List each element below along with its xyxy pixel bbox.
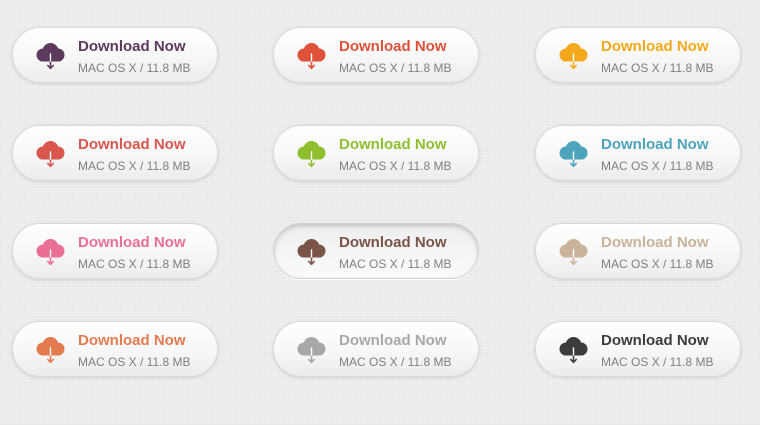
download-button-title: Download Now bbox=[78, 136, 186, 153]
download-button-coral[interactable]: Download Now MAC OS X / 11.8 MB bbox=[12, 125, 218, 181]
download-button-beige[interactable]: Download Now MAC OS X / 11.8 MB bbox=[535, 223, 741, 279]
download-button-subtitle: MAC OS X / 11.8 MB bbox=[601, 355, 714, 369]
download-button-title: Download Now bbox=[339, 332, 447, 349]
download-button-green[interactable]: Download Now MAC OS X / 11.8 MB bbox=[273, 125, 479, 181]
download-button-title: Download Now bbox=[601, 136, 709, 153]
download-button-charcoal[interactable]: Download Now MAC OS X / 11.8 MB bbox=[535, 321, 741, 377]
cloud-download-icon bbox=[33, 42, 67, 70]
download-button-subtitle: MAC OS X / 11.8 MB bbox=[78, 257, 191, 271]
download-button-title: Download Now bbox=[601, 332, 709, 349]
download-button-orange[interactable]: Download Now MAC OS X / 11.8 MB bbox=[535, 27, 741, 83]
download-button-pink[interactable]: Download Now MAC OS X / 11.8 MB bbox=[12, 223, 218, 279]
cloud-download-icon bbox=[294, 140, 328, 168]
cloud-download-icon bbox=[294, 42, 328, 70]
download-button-teal[interactable]: Download Now MAC OS X / 11.8 MB bbox=[535, 125, 741, 181]
download-button-title: Download Now bbox=[78, 234, 186, 251]
download-button-title: Download Now bbox=[601, 234, 709, 251]
download-button-subtitle: MAC OS X / 11.8 MB bbox=[339, 159, 452, 173]
download-button-subtitle: MAC OS X / 11.8 MB bbox=[601, 159, 714, 173]
download-button-title: Download Now bbox=[339, 136, 447, 153]
download-button-title: Download Now bbox=[339, 234, 447, 251]
cloud-download-icon bbox=[556, 42, 590, 70]
cloud-download-icon bbox=[556, 238, 590, 266]
download-button-gray[interactable]: Download Now MAC OS X / 11.8 MB bbox=[273, 321, 479, 377]
cloud-download-icon bbox=[33, 238, 67, 266]
cloud-download-icon bbox=[33, 336, 67, 364]
download-button-title: Download Now bbox=[78, 332, 186, 349]
cloud-download-icon bbox=[294, 336, 328, 364]
download-button-tangerine[interactable]: Download Now MAC OS X / 11.8 MB bbox=[12, 321, 218, 377]
download-button-red[interactable]: Download Now MAC OS X / 11.8 MB bbox=[273, 27, 479, 83]
download-button-brown[interactable]: Download Now MAC OS X / 11.8 MB bbox=[273, 223, 479, 279]
cloud-download-icon bbox=[294, 238, 328, 266]
cloud-download-icon bbox=[556, 336, 590, 364]
download-button-title: Download Now bbox=[601, 38, 709, 55]
cloud-download-icon bbox=[556, 140, 590, 168]
download-button-subtitle: MAC OS X / 11.8 MB bbox=[339, 61, 452, 75]
download-button-purple[interactable]: Download Now MAC OS X / 11.8 MB bbox=[12, 27, 218, 83]
cloud-download-icon bbox=[33, 140, 67, 168]
download-button-subtitle: MAC OS X / 11.8 MB bbox=[339, 355, 452, 369]
download-button-subtitle: MAC OS X / 11.8 MB bbox=[78, 355, 191, 369]
download-button-title: Download Now bbox=[78, 38, 186, 55]
download-button-subtitle: MAC OS X / 11.8 MB bbox=[339, 257, 452, 271]
download-button-subtitle: MAC OS X / 11.8 MB bbox=[601, 61, 714, 75]
download-button-subtitle: MAC OS X / 11.8 MB bbox=[78, 159, 191, 173]
download-button-title: Download Now bbox=[339, 38, 447, 55]
download-button-subtitle: MAC OS X / 11.8 MB bbox=[601, 257, 714, 271]
download-button-subtitle: MAC OS X / 11.8 MB bbox=[78, 61, 191, 75]
